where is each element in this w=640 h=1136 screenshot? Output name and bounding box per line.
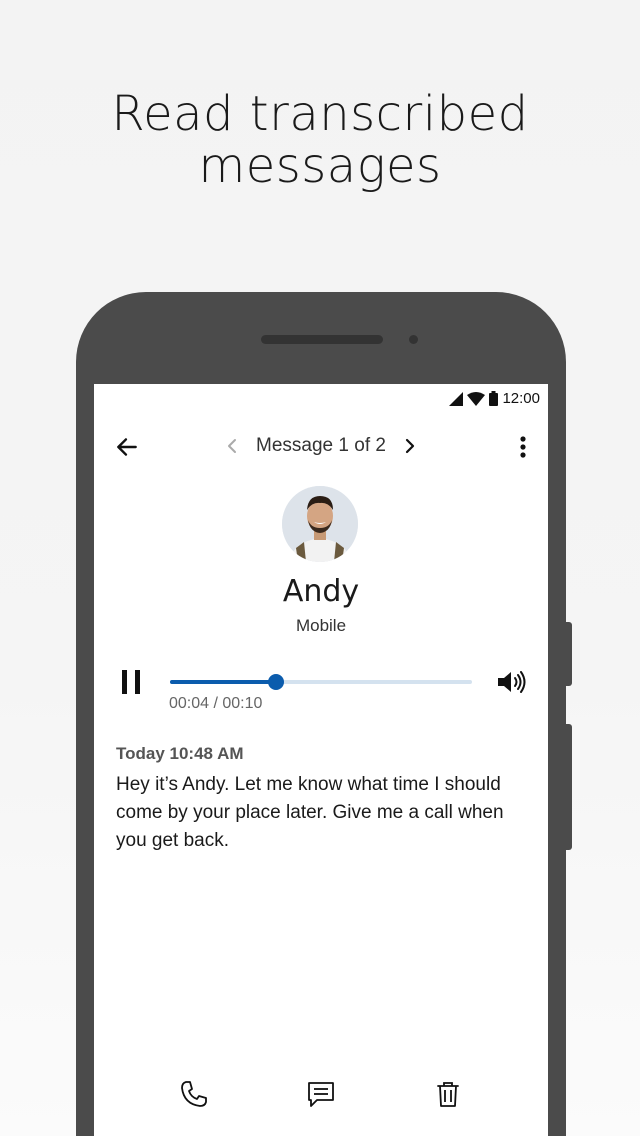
pause-icon-bar (122, 670, 127, 694)
phone-icon[interactable] (178, 1078, 210, 1110)
status-time: 12:00 (502, 390, 540, 407)
chevron-right-icon[interactable] (400, 436, 418, 456)
action-bar (94, 1078, 548, 1118)
message-pager: Message 1 of 2 (94, 435, 548, 457)
phone-side-button (566, 622, 572, 686)
trash-icon[interactable] (432, 1078, 464, 1110)
status-bar: 12:00 (449, 390, 540, 407)
headline: Read transcribed messages (0, 88, 640, 192)
battery-icon (489, 391, 499, 406)
audio-player: 00:04 / 00:10 (94, 666, 548, 716)
playback-time: 00:04 / 00:10 (169, 695, 263, 712)
headline-line-2: messages (198, 138, 442, 194)
avatar (282, 486, 358, 562)
phone-screen: 12:00 Message 1 of 2 Andy Mobile 00:04 /… (94, 384, 548, 1136)
more-vertical-icon[interactable] (518, 434, 528, 460)
phone-side-button (566, 724, 572, 850)
contact-type: Mobile (295, 616, 347, 635)
message-icon[interactable] (305, 1078, 337, 1110)
progress-slider[interactable] (170, 674, 472, 690)
volume-icon[interactable] (496, 669, 526, 695)
wifi-icon (467, 391, 486, 406)
message-date: Today 10:48 AM (116, 744, 244, 763)
contact-name: Andy (282, 574, 360, 609)
avatar-photo (282, 486, 358, 562)
pager-label: Message 1 of 2 (256, 435, 386, 456)
progress-handle[interactable] (267, 674, 284, 690)
app-bar: Message 1 of 2 (94, 432, 548, 466)
signal-icon (449, 391, 464, 406)
pause-icon-bar (135, 670, 140, 694)
phone-camera (409, 335, 418, 344)
headline-line-1: Read transcribed (111, 86, 529, 142)
message-transcript: Hey it’s Andy. Let me know what time I s… (116, 774, 504, 851)
pause-button[interactable] (122, 670, 142, 694)
progress-fill (170, 680, 276, 684)
chevron-left-icon[interactable] (224, 436, 242, 456)
phone-speaker (261, 335, 383, 344)
